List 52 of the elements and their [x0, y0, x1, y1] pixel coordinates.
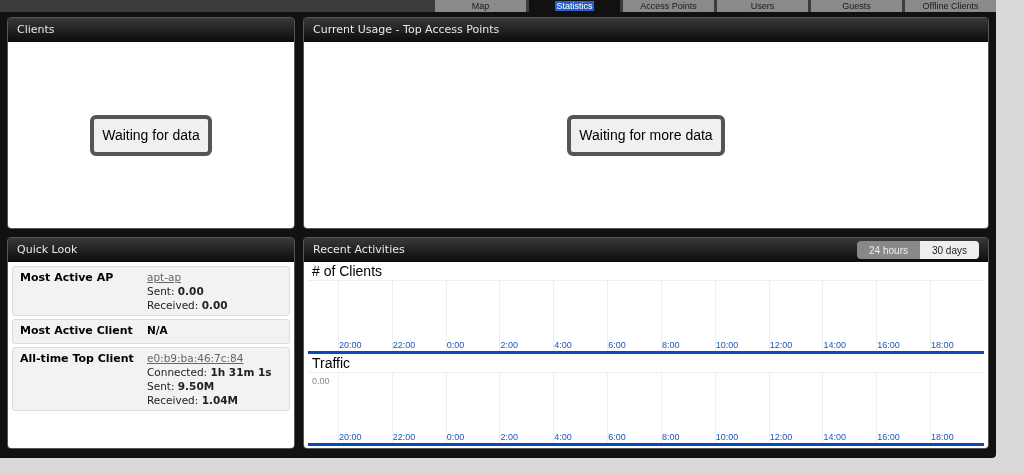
x-axis-label: 18:00 — [931, 341, 954, 351]
panel-title: Clients — [17, 21, 55, 38]
x-axis-label: 6:00 — [608, 341, 626, 351]
chart-title: Traffic — [312, 353, 351, 373]
range-button[interactable]: 24 hours — [857, 241, 920, 259]
stat-link[interactable]: apt-ap — [147, 270, 228, 284]
panel-title: Recent Activities — [313, 241, 405, 258]
stat-detail: Received: 1.04M — [147, 392, 239, 407]
x-axis-label: 22:00 — [392, 433, 416, 443]
stat-label: All-time Top Client — [20, 350, 135, 367]
x-axis-label: 0:00 — [446, 433, 465, 443]
nav-tab[interactable]: Guests — [811, 0, 902, 12]
x-axis-label: 14:00 — [823, 433, 846, 443]
nav-tab[interactable]: Access Points — [623, 0, 714, 12]
x-axis-label: 18:00 — [931, 433, 954, 443]
nav-tab[interactable]: Statistics — [529, 0, 620, 12]
stat-value: N/A — [147, 323, 168, 337]
y-axis-label: 0.00 — [312, 375, 330, 388]
x-axis-label: 6:00 — [608, 433, 626, 443]
x-axis-label: 0:00 — [446, 341, 465, 351]
stat-label: Most Active AP — [20, 270, 115, 286]
x-axis-label: 16:00 — [877, 341, 900, 351]
panel-title: Current Usage - Top Access Points — [313, 21, 500, 38]
chart-title: # of Clients — [312, 261, 383, 281]
x-axis-label: 22:00 — [392, 341, 416, 351]
stat-detail: Received: 0.00 — [147, 298, 228, 312]
x-axis-label: 2:00 — [500, 341, 518, 351]
x-axis-label: 20:00 — [339, 433, 362, 443]
panel-title: Quick Look — [17, 241, 78, 258]
stat-detail: Connected: 1h 31m 1s — [147, 364, 272, 379]
x-axis-label: 8:00 — [661, 341, 680, 351]
x-axis-label: 20:00 — [339, 341, 362, 351]
x-axis-label: 4:00 — [554, 341, 572, 351]
waiting-message: Waiting for more data — [567, 114, 725, 156]
x-axis-label: 12:00 — [769, 433, 793, 443]
range-button[interactable]: 30 days — [919, 241, 979, 259]
x-axis-label: 8:00 — [661, 433, 680, 443]
stat-label: Most Active Client — [20, 323, 134, 339]
x-axis-label: 10:00 — [715, 341, 739, 351]
x-axis-label: 14:00 — [823, 341, 846, 351]
x-axis-label: 12:00 — [769, 341, 793, 351]
x-axis-label: 4:00 — [554, 433, 572, 443]
x-axis-label: 10:00 — [715, 433, 739, 443]
stat-detail: Sent: 9.50M — [147, 378, 216, 393]
nav-tab[interactable]: Offline Clients — [905, 0, 996, 12]
stat-detail: Sent: 0.00 — [147, 284, 205, 298]
nav-tab[interactable]: Users — [717, 0, 808, 12]
x-axis-label: 16:00 — [877, 433, 900, 443]
x-axis-label: 2:00 — [500, 433, 518, 443]
nav-tab[interactable]: Map — [435, 0, 526, 12]
waiting-message: Waiting for data — [90, 114, 212, 156]
stat-link[interactable]: e0:b9:ba:46:7c:84 — [147, 350, 272, 365]
